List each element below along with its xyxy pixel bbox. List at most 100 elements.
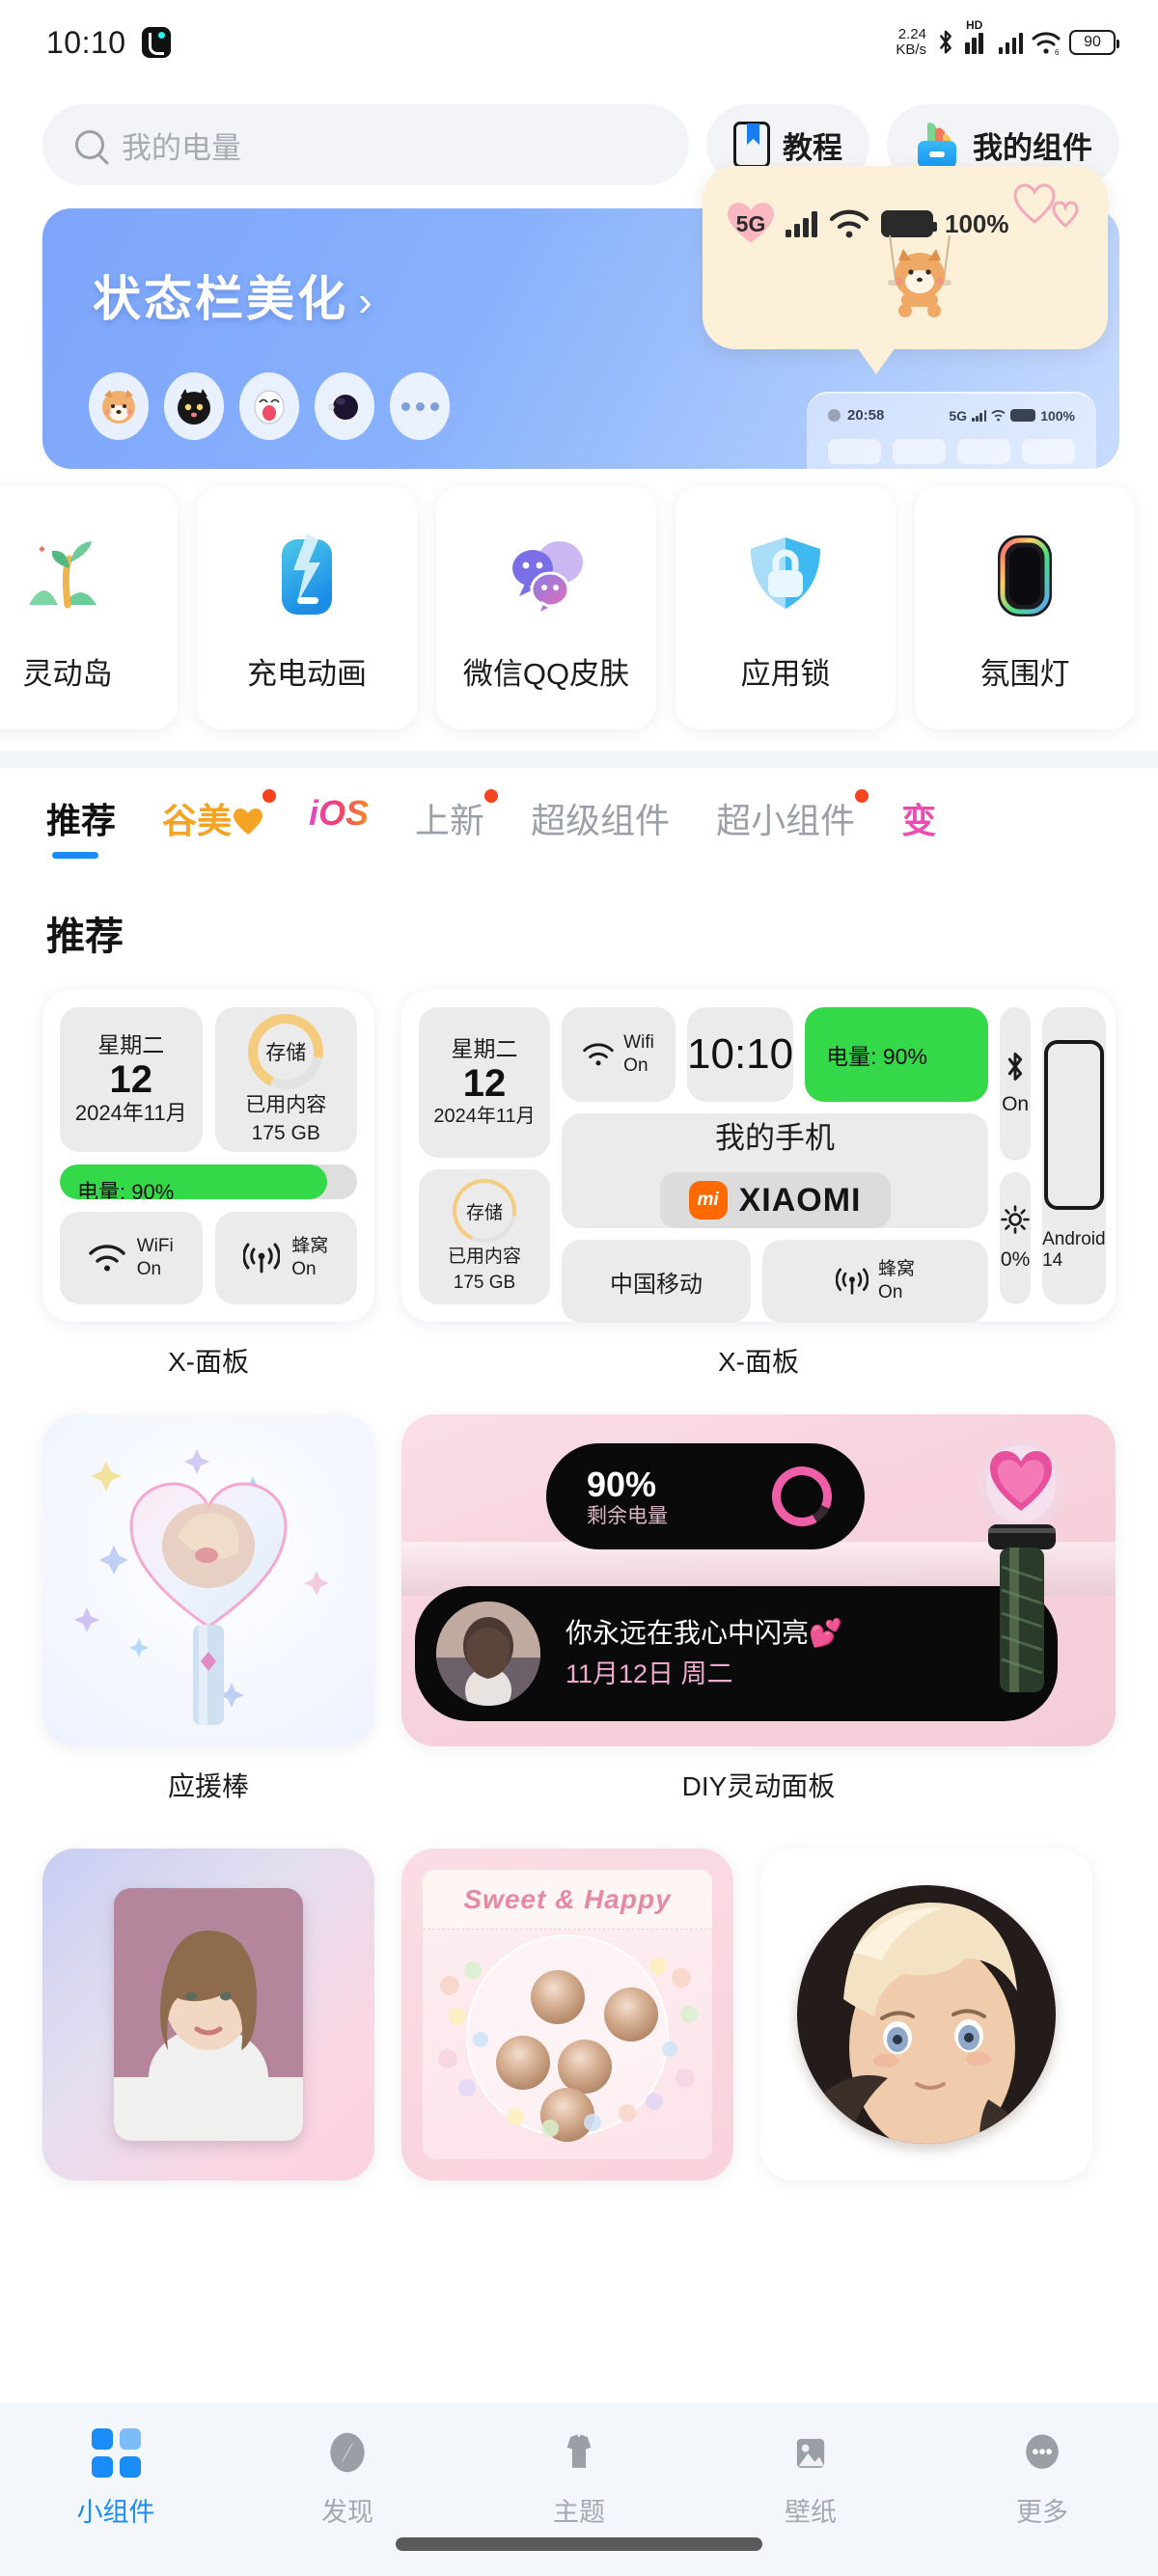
- widget-row: 星期二 12 2024年11月 存储 已用内容 175 GB 电量: 90% W…: [42, 990, 1119, 1407]
- search-placeholder: 我的电量: [122, 130, 241, 165]
- wifi-state: On: [623, 1055, 648, 1076]
- widget-grid: 星期二 12 2024年11月 存储 已用内容 175 GB 电量: 90% W…: [0, 990, 1158, 1831]
- more-dots-avatar[interactable]: [390, 372, 450, 440]
- cellular-tile: 蜂窝 On: [762, 1240, 989, 1323]
- tab-recommend[interactable]: 推荐: [46, 793, 117, 859]
- tab-overflow[interactable]: 变: [901, 793, 936, 843]
- mini-phone-right: 5G 100%: [949, 408, 1075, 424]
- weekday-label: 星期二: [97, 1032, 165, 1058]
- tab-badge-dot: [262, 789, 277, 803]
- nav-item-wallpaper[interactable]: 壁纸: [695, 2427, 926, 2529]
- lightstick-widget[interactable]: [42, 1414, 374, 1746]
- storage-used-value: 175 GB: [453, 1272, 516, 1293]
- mini-phone-battery-icon: [1010, 409, 1036, 422]
- mini-phone-time: 20:58: [847, 407, 885, 424]
- mi-logo-icon: mi: [688, 1181, 728, 1219]
- home-indicator[interactable]: [396, 2537, 762, 2551]
- feature-card-ambient-light[interactable]: 氛围灯: [915, 486, 1135, 729]
- feature-card-chat-skins[interactable]: 微信QQ皮肤: [436, 486, 656, 729]
- anime-character-badge: [797, 1885, 1056, 2144]
- my-widgets-button-label: 我的组件: [973, 130, 1092, 165]
- wifi-icon: [89, 1245, 125, 1272]
- battery-level-text: 90: [1084, 34, 1101, 50]
- diy-battery-text: 90% 剩余电量: [587, 1465, 668, 1528]
- widget-cell-xpanel-small[interactable]: 星期二 12 2024年11月 存储 已用内容 175 GB 电量: 90% W…: [42, 990, 374, 1407]
- feature-card-charging-animation[interactable]: 充电动画: [197, 486, 417, 729]
- widget-caption: X-面板: [717, 1347, 799, 1377]
- tab-label: 变: [901, 801, 937, 840]
- tab-ios[interactable]: iOS: [309, 793, 369, 834]
- hd-label: HD: [966, 18, 983, 32]
- xpanel-small-top-row: 星期二 12 2024年11月 存储 已用内容 175 GB: [60, 1007, 357, 1152]
- tab-gumei[interactable]: 谷美: [162, 789, 277, 843]
- tab-tiny-widgets[interactable]: 超小组件: [716, 789, 869, 843]
- network-speed-unit: KB/s: [896, 41, 926, 58]
- diy-dynamic-panel-widget[interactable]: 90% 剩余电量 你永远在我心中闪亮💕 11月12日 周二: [401, 1414, 1116, 1746]
- shiba-swing-icon: [888, 235, 951, 317]
- feature-card-row[interactable]: 灵动岛 充电动画 微信QQ皮肤 应用锁 氛围灯: [0, 469, 1158, 751]
- search-icon: [75, 130, 104, 159]
- heart-icon-decor: [1013, 183, 1079, 229]
- mini-phone-tiles: [807, 424, 1096, 464]
- widget-cell-diy-panel[interactable]: 90% 剩余电量 你永远在我心中闪亮💕 11月12日 周二 DIY灵动面板: [401, 1414, 1116, 1831]
- ambient-light-icon: [973, 524, 1077, 628]
- category-tabs[interactable]: 推荐 谷美 iOS 上新 超级组件 超小组件 变: [0, 768, 1158, 872]
- sticker-pack-widget[interactable]: Sweet & Happy: [401, 1849, 733, 2180]
- page-title: 推荐: [46, 916, 124, 958]
- storage-tile: 存储 已用内容 175 GB: [419, 1168, 550, 1304]
- search-input[interactable]: 我的电量: [42, 104, 689, 185]
- wifi-icon: 6: [1032, 32, 1061, 55]
- bluetooth-icon: [1007, 1053, 1023, 1082]
- my-phone-tile: 我的手机 mi XIAOMI: [562, 1113, 989, 1228]
- widget-cell-lightstick[interactable]: 应援棒: [42, 1414, 374, 1831]
- black-cat-face-avatar[interactable]: [164, 372, 224, 440]
- widget-caption: DIY灵动面板: [681, 1771, 836, 1801]
- bubble-network-label: 5G: [735, 210, 766, 236]
- clock-value: 10:10: [687, 1030, 794, 1078]
- tab-new-arrivals[interactable]: 上新: [415, 789, 499, 843]
- chat-bubbles-icon: [494, 524, 598, 628]
- candy-decor: [438, 1958, 698, 2137]
- nav-item-widgets[interactable]: 小组件: [0, 2427, 232, 2529]
- wifi-label: WiFi: [136, 1236, 174, 1257]
- feature-card-label: 氛围灯: [979, 656, 1070, 691]
- wifi-state: On: [136, 1259, 162, 1279]
- cellular-tile-text: 蜂窝 On: [878, 1258, 915, 1304]
- feature-card-app-lock[interactable]: 应用锁: [676, 486, 896, 729]
- tab-super-widgets[interactable]: 超级组件: [531, 793, 670, 843]
- xpanel-large-col1: 星期二 12 2024年11月 存储 已用内容 175 GB: [419, 1007, 550, 1304]
- diy-message: 你永远在我心中闪亮💕: [565, 1618, 842, 1649]
- xpanel-small-widget[interactable]: 星期二 12 2024年11月 存储 已用内容 175 GB 电量: 90% W…: [42, 990, 374, 1322]
- shiba-face-avatar[interactable]: [89, 372, 149, 440]
- wifi-tile: Wifi On: [562, 1007, 676, 1102]
- wifi-label: Wifi: [623, 1032, 654, 1054]
- signal-icon-sim1: HD: [965, 18, 990, 54]
- astronaut-helmet-avatar[interactable]: [315, 372, 374, 440]
- sticker-pack-inner: Sweet & Happy: [423, 1870, 712, 2159]
- network-speed: 2.24 KB/s: [896, 27, 926, 58]
- tab-label: 超小组件: [716, 801, 856, 840]
- wifi-tile: WiFi On: [60, 1212, 203, 1304]
- anime-badge-widget[interactable]: [760, 1849, 1092, 2180]
- nav-item-discover[interactable]: 发现: [232, 2427, 463, 2529]
- diy-date: 11月12日 周二: [565, 1658, 733, 1688]
- nav-item-themes[interactable]: 主题: [463, 2427, 695, 2529]
- tab-label: 推荐: [46, 801, 117, 840]
- widget-caption: 应援棒: [167, 1771, 249, 1801]
- cellular-state: On: [878, 1282, 903, 1302]
- bottom-spacer: [0, 2180, 1158, 2209]
- nav-item-more[interactable]: 更多: [926, 2427, 1158, 2529]
- crying-face-avatar[interactable]: [239, 372, 299, 440]
- cellular-label: 蜂窝: [878, 1259, 916, 1280]
- sprout-island-icon: [15, 524, 120, 628]
- nav-label: 更多: [1016, 2498, 1068, 2527]
- photo-frame-widget[interactable]: [42, 1849, 374, 2180]
- battery-indicator: 90: [1069, 30, 1119, 55]
- bluetooth-state: On: [1002, 1093, 1030, 1116]
- feature-card-dynamic-island[interactable]: 灵动岛: [0, 486, 178, 729]
- xpanel-large-widget[interactable]: 星期二 12 2024年11月 存储 已用内容 175 GB Wifi On 1…: [401, 990, 1116, 1323]
- banner-title: 状态栏美化 ›: [93, 272, 375, 326]
- nav-label: 主题: [553, 2498, 605, 2527]
- widget-cell-xpanel-large[interactable]: 星期二 12 2024年11月 存储 已用内容 175 GB Wifi On 1…: [401, 990, 1116, 1407]
- weekday-label: 星期二: [451, 1036, 518, 1062]
